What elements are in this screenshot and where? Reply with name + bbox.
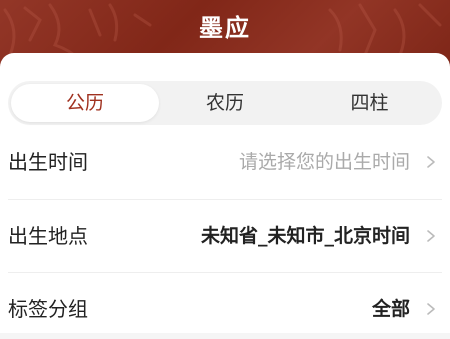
chevron-right-icon xyxy=(427,303,435,315)
tab-lunar[interactable]: 农历 xyxy=(153,81,297,125)
divider xyxy=(8,199,442,200)
divider xyxy=(8,272,442,273)
page-title: 墨应 xyxy=(199,13,251,42)
birth-time-placeholder: 请选择您的出生时间 xyxy=(238,151,410,173)
chevron-right-icon xyxy=(427,156,435,168)
birth-time-row[interactable]: 出生时间 请选择您的出生时间 xyxy=(0,132,450,192)
form-card: 公历 农历 四柱 出生时间 请选择您的出生时间 出生地点 未知省_未知市_北京时… xyxy=(0,53,450,333)
tag-group-row[interactable]: 标签分组 全部 xyxy=(0,279,450,339)
birth-time-label: 出生时间 xyxy=(8,150,88,174)
tab-four-pillars[interactable]: 四柱 xyxy=(297,81,442,125)
calendar-type-segmented-control: 公历 农历 四柱 xyxy=(8,81,442,125)
tab-gregorian[interactable]: 公历 xyxy=(11,84,159,122)
birth-place-label: 出生地点 xyxy=(8,224,88,248)
chevron-right-icon xyxy=(427,230,435,242)
tag-group-label: 标签分组 xyxy=(8,297,88,321)
tag-group-value: 全部 xyxy=(371,298,410,320)
birth-place-row[interactable]: 出生地点 未知省_未知市_北京时间 xyxy=(0,206,450,266)
birth-place-value: 未知省_未知市_北京时间 xyxy=(200,225,410,247)
